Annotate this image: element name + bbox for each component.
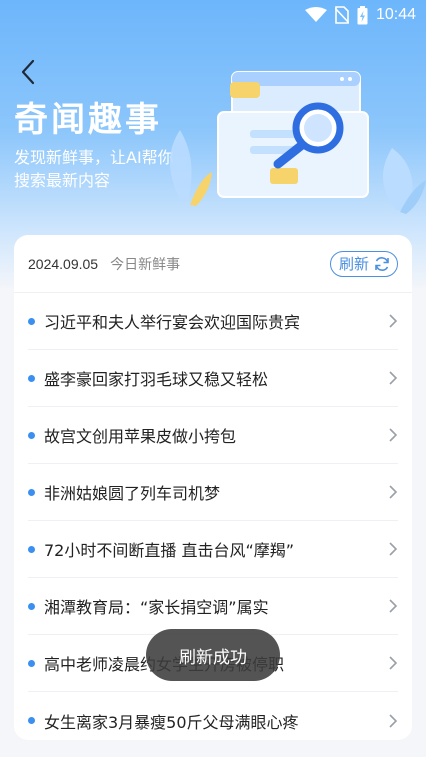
status-time: 10:44 bbox=[375, 6, 416, 23]
chevron-right-icon bbox=[389, 713, 398, 728]
news-title: 72小时不间断直播 直击台风“摩羯” bbox=[44, 541, 295, 560]
card-header: 2024.09.05 今日新鲜事 刷新 bbox=[14, 235, 412, 293]
bullet-dot-icon bbox=[28, 545, 35, 553]
battery-charging-icon bbox=[357, 5, 368, 24]
bullet-dot-icon bbox=[28, 717, 35, 724]
toast-message: 刷新成功 bbox=[146, 629, 280, 681]
bullet-dot-icon bbox=[28, 602, 35, 610]
page-subtitle: 发现新鲜事，让AI帮你搜索最新内容 bbox=[14, 148, 174, 190]
news-item[interactable]: 女生离家3月暴瘦50斤父母满眼心疼 bbox=[28, 692, 398, 740]
bullet-dot-icon bbox=[28, 317, 35, 325]
chevron-right-icon bbox=[389, 314, 398, 328]
refresh-label: 刷新 bbox=[338, 255, 369, 273]
news-title: 习近平和夫人举行宴会欢迎国际贵宾 bbox=[44, 313, 301, 332]
back-button[interactable] bbox=[14, 58, 42, 86]
chevron-right-icon bbox=[389, 485, 398, 499]
chevron-right-icon bbox=[389, 371, 398, 385]
news-title: 故宫文创用苹果皮做小挎包 bbox=[44, 427, 237, 446]
chevron-left-icon bbox=[21, 59, 35, 85]
news-item[interactable]: 非洲姑娘圆了列车司机梦 bbox=[28, 464, 398, 521]
news-title: 女生离家3月暴瘦50斤父母满眼心疼 bbox=[44, 712, 299, 732]
chevron-right-icon bbox=[389, 656, 398, 670]
refresh-icon bbox=[375, 256, 389, 271]
news-title: 非洲姑娘圆了列车司机梦 bbox=[44, 484, 221, 503]
search-illustration-icon bbox=[170, 71, 426, 214]
chevron-right-icon bbox=[389, 542, 398, 556]
status-bar: 10:44 bbox=[0, 0, 426, 30]
news-item[interactable]: 故宫文创用苹果皮做小挎包 bbox=[28, 407, 398, 464]
bullet-dot-icon bbox=[28, 659, 35, 667]
news-title: 盛李豪回家打羽毛球又稳又轻松 bbox=[44, 370, 269, 389]
news-tag: 今日新鲜事 bbox=[110, 256, 181, 273]
news-item[interactable]: 习近平和夫人举行宴会欢迎国际贵宾 bbox=[28, 293, 398, 350]
page-title: 奇闻趣事 bbox=[14, 100, 162, 140]
wifi-icon bbox=[304, 7, 327, 22]
news-date: 2024.09.05 bbox=[28, 255, 99, 272]
refresh-button[interactable]: 刷新 bbox=[329, 250, 398, 277]
bullet-dot-icon bbox=[28, 488, 35, 496]
news-item[interactable]: 湘潭教育局：“家长捐空调”属实 bbox=[28, 578, 398, 635]
no-sim-icon bbox=[334, 6, 349, 24]
news-item[interactable]: 盛李豪回家打羽毛球又稳又轻松 bbox=[28, 350, 398, 407]
bullet-dot-icon bbox=[28, 431, 35, 439]
bullet-dot-icon bbox=[28, 374, 35, 382]
news-item[interactable]: 72小时不间断直播 直击台风“摩羯” bbox=[28, 521, 398, 578]
news-title: 湘潭教育局：“家长捐空调”属实 bbox=[44, 598, 269, 617]
chevron-right-icon bbox=[389, 599, 398, 613]
chevron-right-icon bbox=[389, 428, 398, 442]
